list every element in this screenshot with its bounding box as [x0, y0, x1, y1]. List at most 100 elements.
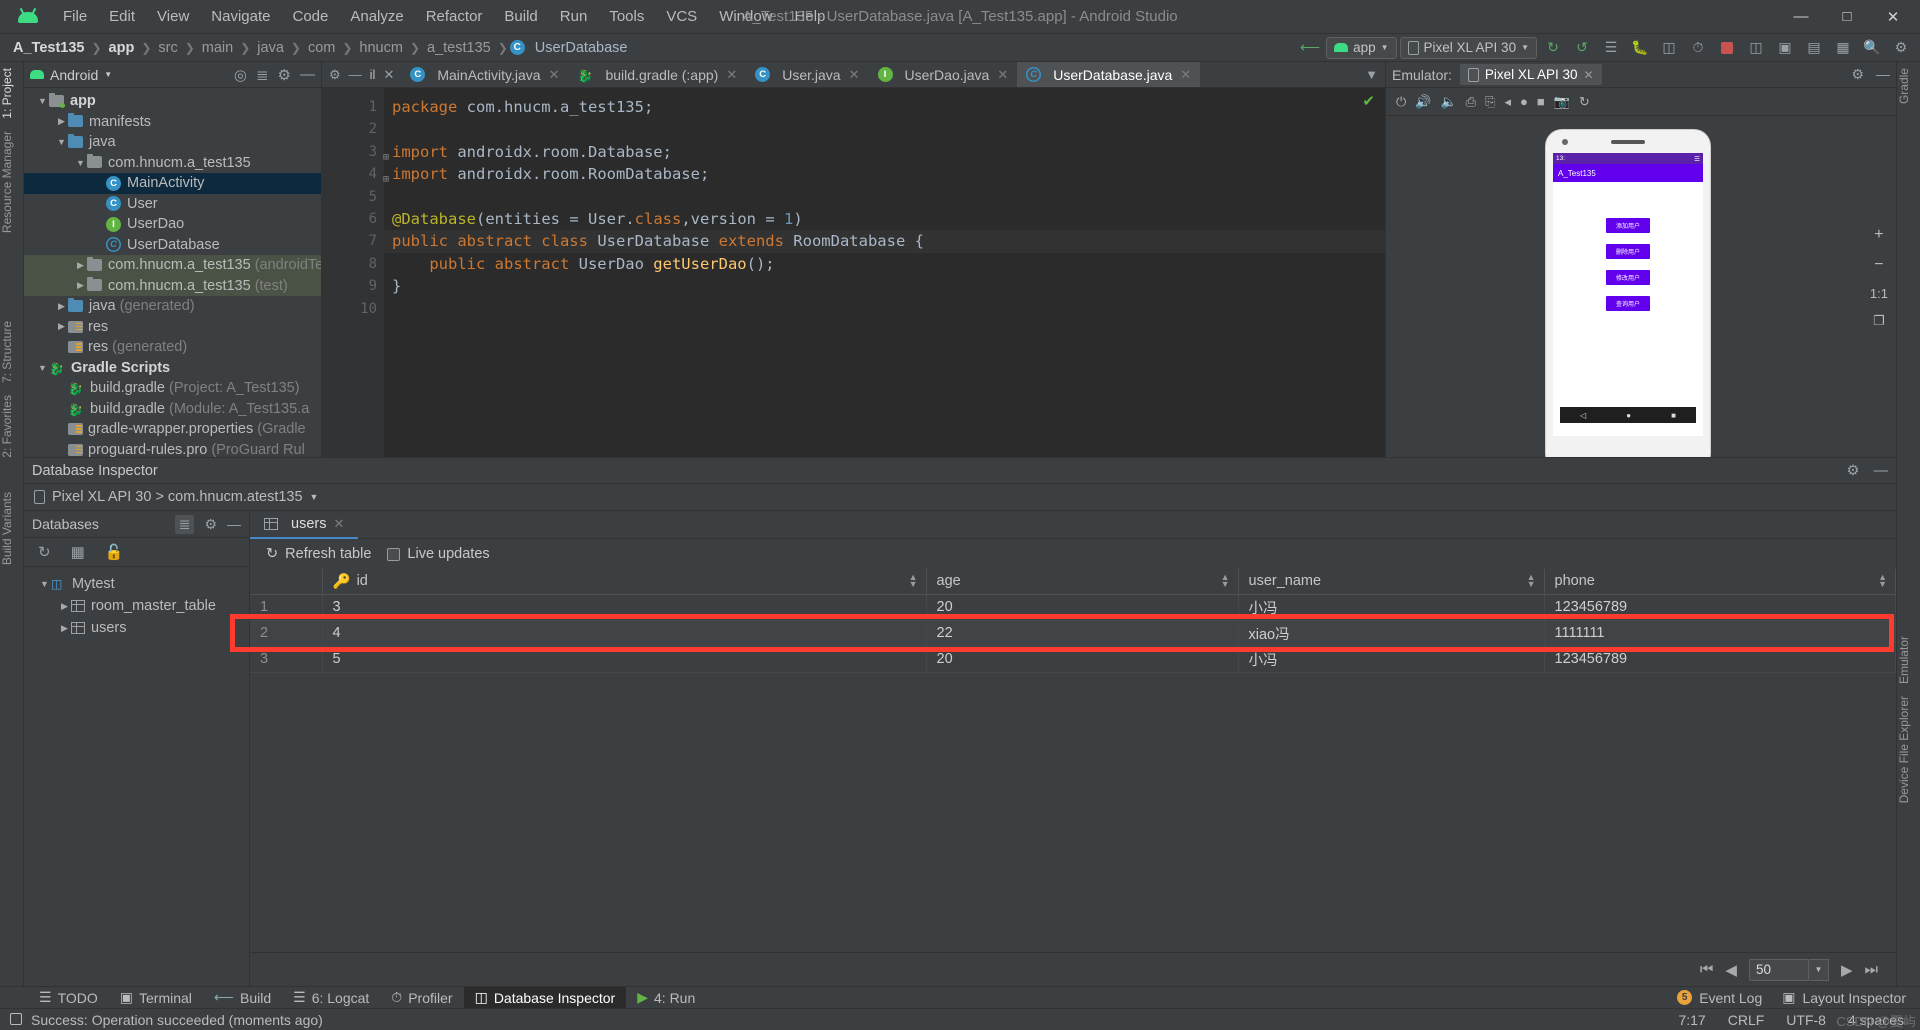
- breadcrumb-main[interactable]: main: [197, 39, 238, 57]
- close-icon[interactable]: ✕: [997, 67, 1008, 83]
- project-tree-item[interactable]: C UserDatabase: [24, 235, 321, 256]
- project-tree-item[interactable]: gradle-wrapper.properties (Gradle: [24, 419, 321, 440]
- cell-phone[interactable]: 1111111: [1544, 620, 1896, 647]
- strip-resource-manager[interactable]: Resource Manager: [0, 125, 14, 239]
- tab-userdatabase[interactable]: C UserDatabase.java ✕: [1017, 62, 1201, 87]
- window-controls[interactable]: — □ ✕: [1778, 2, 1920, 32]
- menu-code[interactable]: Code: [281, 4, 339, 29]
- column-header-user-name[interactable]: user_name ▲ ▼: [1238, 569, 1545, 595]
- strip-device-file-explorer[interactable]: Device File Explorer: [1897, 690, 1911, 809]
- zoom-actual-button[interactable]: 1:1: [1870, 286, 1888, 301]
- emulated-device[interactable]: 13: ☰ A_Test135 添加用户 删除用户 修改用户 查询用户 ◁ ● …: [1546, 130, 1710, 470]
- device-selector[interactable]: Pixel XL API 30 ▼: [1399, 36, 1537, 59]
- home-icon[interactable]: ●: [1520, 94, 1528, 109]
- chevron-down-icon[interactable]: ▼: [1808, 958, 1829, 981]
- back-icon[interactable]: ◂: [1504, 94, 1511, 110]
- rotate-left-icon[interactable]: ⎙: [1466, 94, 1476, 110]
- app-button-add-user[interactable]: 添加用户: [1606, 218, 1650, 233]
- strip-gradle[interactable]: Gradle: [1897, 62, 1911, 110]
- breadcrumb-com[interactable]: com: [303, 39, 340, 57]
- tree-expander-icon[interactable]: ▶: [74, 260, 87, 271]
- tree-expander-icon[interactable]: ▼: [36, 363, 49, 373]
- tree-expander-icon[interactable]: ▼: [36, 96, 49, 106]
- zoom-in-button[interactable]: +: [1874, 226, 1883, 244]
- fold-icon[interactable]: ⊞: [383, 169, 389, 191]
- nav-home-icon[interactable]: ●: [1626, 411, 1631, 420]
- project-tree-item[interactable]: ▼ app: [24, 91, 321, 112]
- database-tree-item[interactable]: ▼ ◫ Mytest: [24, 573, 249, 595]
- tab-build-gradle[interactable]: 🐉 build.gradle (:app) ✕: [568, 62, 746, 87]
- table-row[interactable]: 1 3 20 小冯 123456789: [250, 594, 1896, 621]
- code-line[interactable]: public abstract class UserDatabase exten…: [384, 230, 1385, 253]
- sync-project-icon[interactable]: ◫: [1743, 37, 1769, 59]
- snapshot-icon[interactable]: ↻: [1579, 94, 1590, 110]
- sdk-manager-icon[interactable]: ▤: [1801, 37, 1827, 59]
- tool-profiler[interactable]: ⏱ Profiler: [380, 987, 463, 1008]
- table-toolbar[interactable]: ↻ Refresh table Live updates: [250, 539, 1896, 569]
- emulator-toolbar[interactable]: ⏻ 🔊 🔈 ⎙ ⎘ ◂ ● ■ 📷 ↻: [1386, 88, 1896, 116]
- tree-expander-icon[interactable]: ▶: [55, 301, 68, 312]
- menu-view[interactable]: View: [146, 4, 200, 29]
- minimize-icon[interactable]: —: [227, 516, 241, 532]
- project-tree-item[interactable]: res (generated): [24, 337, 321, 358]
- minimize-icon[interactable]: —: [1876, 66, 1890, 83]
- table-row[interactable]: 3 5 20 小冯 123456789: [250, 646, 1896, 673]
- project-tree[interactable]: ▼ app ▶ manifests ▼ java ▼ com.hnucm.a_test135 C…: [24, 88, 321, 457]
- tab-user[interactable]: C User.java ✕: [746, 62, 868, 87]
- code-line[interactable]: public abstract UserDao getUserDao();: [392, 253, 1385, 275]
- close-icon[interactable]: ✕: [1583, 68, 1593, 82]
- database-tree-item[interactable]: ▶ users: [24, 617, 249, 639]
- code-line[interactable]: ⊞ import androidx.room.Database;: [383, 141, 1385, 163]
- sort-icon[interactable]: ▲ ▼: [1878, 573, 1887, 589]
- run-icon[interactable]: ↻: [1540, 37, 1566, 59]
- strip-emulator[interactable]: Emulator: [1897, 630, 1911, 690]
- project-tree-item[interactable]: ▶ com.hnucm.a_test135 (test): [24, 275, 321, 296]
- layout-inspector-button[interactable]: ▣ Layout Inspector: [1782, 989, 1906, 1006]
- tool-build[interactable]: ⟵ Build: [203, 987, 282, 1008]
- tree-expander-icon[interactable]: ▼: [38, 579, 51, 589]
- result-grid[interactable]: 🔑 id ▲ ▼ age ▲ ▼ user_name ▲ ▼ phone ▲ ▼…: [230, 569, 1896, 952]
- close-icon[interactable]: ✕: [549, 67, 560, 83]
- main-toolbar[interactable]: ⟵ app ▼ Pixel XL API 30 ▼ ↻ ↺ ☰ 🐛 ◫ ⏱ ◫ …: [1297, 36, 1920, 59]
- tree-expander-icon[interactable]: ▶: [55, 116, 68, 127]
- menu-run[interactable]: Run: [549, 4, 599, 29]
- column-header-age[interactable]: age ▲ ▼: [926, 569, 1239, 595]
- code-line[interactable]: }: [392, 275, 1385, 297]
- tree-expander-icon[interactable]: ▶: [74, 280, 87, 291]
- file-encoding[interactable]: UTF-8: [1786, 1012, 1826, 1028]
- menu-vcs[interactable]: VCS: [655, 4, 708, 29]
- minimize-icon[interactable]: —: [349, 67, 362, 82]
- refresh-table-button[interactable]: ↻ Refresh table: [266, 546, 371, 562]
- database-tree-item[interactable]: ▶ room_master_table: [24, 595, 249, 617]
- last-page-icon[interactable]: ⏭: [1864, 961, 1878, 978]
- apply-changes-icon[interactable]: ↺: [1569, 37, 1595, 59]
- cell-id[interactable]: 4: [322, 620, 927, 647]
- app-content[interactable]: 添加用户 删除用户 修改用户 查询用户: [1553, 182, 1703, 436]
- sort-icon[interactable]: ▲ ▼: [1527, 573, 1536, 589]
- minimize-icon[interactable]: —: [300, 66, 315, 83]
- sort-icon[interactable]: ▲ ▼: [1221, 573, 1230, 589]
- cell-id[interactable]: 3: [322, 594, 927, 621]
- page-size-input[interactable]: 50: [1748, 958, 1809, 981]
- stop-icon[interactable]: [1714, 37, 1740, 59]
- editor-tab-controls[interactable]: ⚙ — il ✕: [322, 67, 401, 83]
- editor-tab-bar[interactable]: ⚙ — il ✕ C MainActivity.java ✕ 🐉 build.g…: [322, 62, 1385, 88]
- strip-project[interactable]: 1: Project: [0, 62, 14, 125]
- volume-down-icon[interactable]: 🔈: [1440, 94, 1456, 110]
- first-page-icon[interactable]: ⏮: [1700, 961, 1714, 978]
- project-view-selector[interactable]: Android ▼: [30, 67, 112, 83]
- tool-database-inspector[interactable]: ◫ Database Inspector: [463, 987, 627, 1008]
- column-header-phone[interactable]: phone ▲ ▼: [1544, 569, 1896, 595]
- menu-edit[interactable]: Edit: [98, 4, 146, 29]
- tree-expander-icon[interactable]: ▼: [55, 137, 68, 147]
- project-tree-item[interactable]: C MainActivity: [24, 173, 321, 194]
- emulator-zoom-controls[interactable]: + − 1:1 ❐: [1870, 226, 1888, 329]
- project-tree-item[interactable]: 🐉 build.gradle (Module: A_Test135.a: [24, 399, 321, 420]
- project-tree-item[interactable]: ▶ manifests: [24, 112, 321, 133]
- project-tree-item[interactable]: proguard-rules.pro (ProGuard Rul: [24, 440, 321, 457]
- cell-age[interactable]: 20: [926, 646, 1239, 673]
- code-editor[interactable]: 1 2 3 4 5 6 7O8I 9 10 package com.hnucm.a_test13…: [322, 88, 1385, 457]
- project-tree-item[interactable]: ▼ 🐉 Gradle Scripts: [24, 358, 321, 379]
- attach-debugger-icon[interactable]: ◫: [1656, 37, 1682, 59]
- project-tree-item[interactable]: ▼ java: [24, 132, 321, 153]
